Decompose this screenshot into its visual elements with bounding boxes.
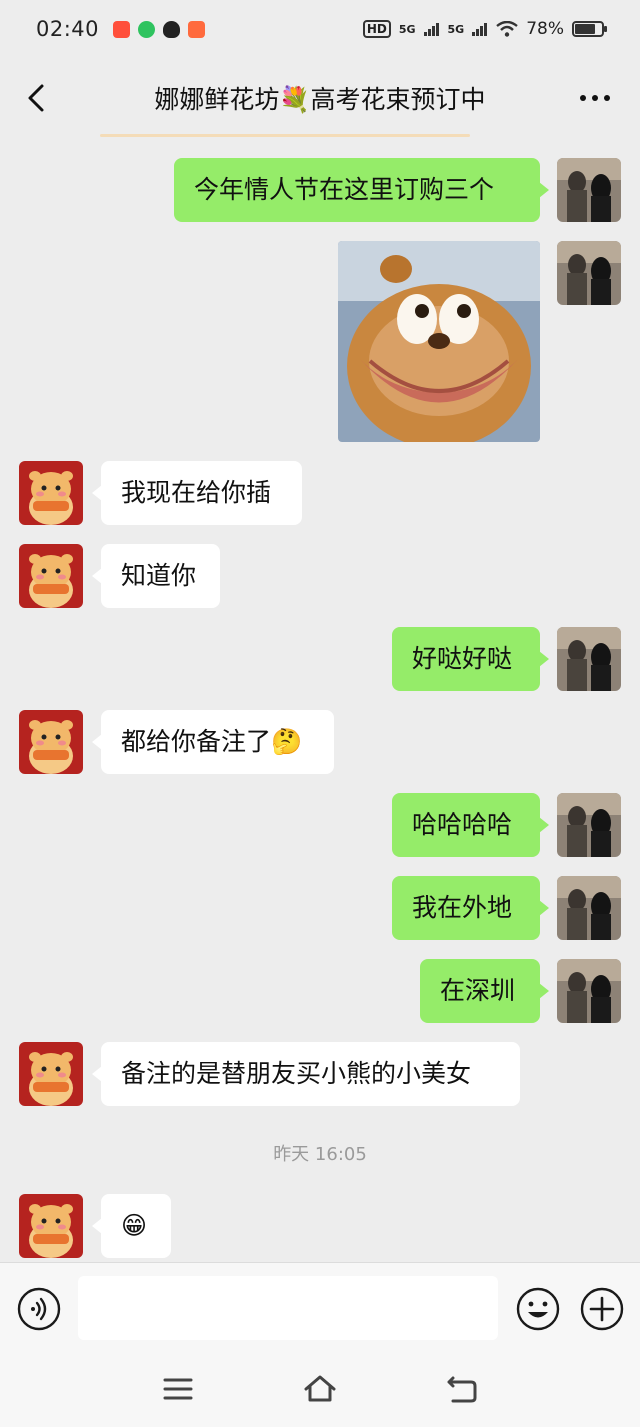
message-bubble-sent[interactable]: 在深圳 bbox=[420, 959, 549, 1023]
message-bubble-sent[interactable]: 我在外地 bbox=[392, 876, 549, 940]
system-nav-bar bbox=[0, 1354, 640, 1427]
my-avatar[interactable] bbox=[557, 876, 621, 940]
contact-avatar[interactable] bbox=[19, 1194, 83, 1258]
network-label-2: 5G bbox=[447, 22, 465, 36]
back-nav-icon[interactable] bbox=[445, 1372, 479, 1406]
my-avatar[interactable] bbox=[557, 959, 621, 1023]
voice-input-icon[interactable] bbox=[17, 1287, 61, 1331]
wifi-icon bbox=[496, 21, 518, 37]
back-arrow-icon[interactable] bbox=[22, 80, 52, 116]
emoji-icon[interactable] bbox=[516, 1287, 560, 1331]
plus-icon[interactable] bbox=[580, 1287, 624, 1331]
status-bar: 02:40 HD 5G 5G 78% bbox=[0, 0, 640, 58]
chat-title[interactable]: 娜娜鲜花坊💐高考花束预订中 bbox=[154, 80, 485, 116]
status-app-icons bbox=[113, 20, 206, 38]
qq-icon bbox=[163, 20, 181, 38]
contact-avatar[interactable] bbox=[19, 710, 83, 774]
contact-avatar[interactable] bbox=[19, 461, 83, 525]
my-avatar[interactable] bbox=[557, 627, 621, 691]
signal-icon bbox=[423, 23, 439, 36]
message-bubble-sent[interactable]: 好哒好哒 bbox=[392, 627, 549, 691]
taobao-icon bbox=[113, 20, 131, 38]
message-bubble-received[interactable]: 知道你 bbox=[92, 544, 220, 608]
input-bar bbox=[0, 1262, 640, 1354]
menu-icon[interactable] bbox=[161, 1372, 195, 1406]
battery-percent: 78% bbox=[526, 19, 564, 39]
message-bubble-sent[interactable]: 今年情人节在这里订购三个 bbox=[174, 158, 549, 222]
message-bubble-received[interactable]: 都给你备注了🤔 bbox=[92, 710, 334, 774]
chat-timestamp: 昨天 16:05 bbox=[273, 1144, 367, 1165]
message-bubble-sent[interactable]: 哈哈哈哈 bbox=[392, 793, 549, 857]
my-avatar[interactable] bbox=[557, 158, 621, 222]
contact-avatar[interactable] bbox=[19, 1042, 83, 1106]
my-avatar[interactable] bbox=[557, 793, 621, 857]
bear-grin-sticker[interactable] bbox=[338, 241, 540, 442]
header-divider bbox=[100, 134, 470, 137]
music-icon bbox=[138, 20, 156, 38]
home-icon[interactable] bbox=[303, 1372, 337, 1406]
network-label-1: 5G bbox=[398, 22, 416, 36]
contact-avatar[interactable] bbox=[19, 544, 83, 608]
status-time: 02:40 bbox=[36, 17, 100, 41]
message-input[interactable] bbox=[78, 1276, 498, 1340]
signal-icon bbox=[472, 23, 488, 36]
more-options-icon[interactable] bbox=[578, 86, 612, 110]
message-bubble-received[interactable]: 😁 bbox=[92, 1194, 171, 1258]
battery-fill bbox=[575, 24, 596, 34]
message-bubble-received[interactable]: 备注的是替朋友买小熊的小美女 bbox=[92, 1042, 520, 1106]
my-avatar[interactable] bbox=[557, 241, 621, 305]
status-right: HD 5G 5G 78% bbox=[362, 19, 607, 39]
hd-icon: HD bbox=[362, 20, 391, 38]
battery-icon bbox=[572, 21, 607, 37]
message-bubble-received[interactable]: 我现在给你插 bbox=[92, 461, 302, 525]
chat-header: 娜娜鲜花坊💐高考花束预订中 bbox=[0, 58, 640, 138]
xiaohongshu-icon bbox=[188, 20, 206, 38]
